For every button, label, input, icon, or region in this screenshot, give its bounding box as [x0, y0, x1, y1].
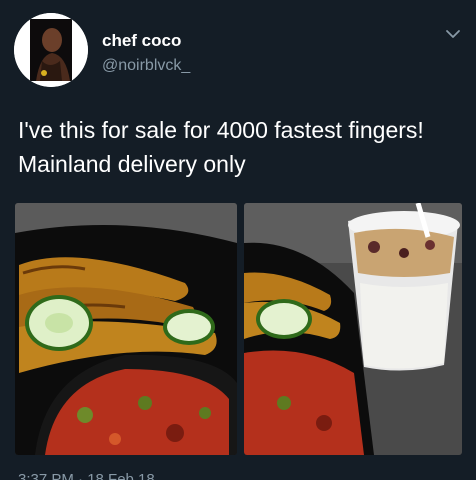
- chevron-down-icon[interactable]: [443, 24, 463, 44]
- user-handle[interactable]: @noirblvck_: [102, 57, 190, 75]
- tweet-timestamp: 3:37 PM · 18 Feb 18: [18, 471, 155, 480]
- tweet-text: I've this for sale for 4000 fastest fing…: [18, 117, 424, 177]
- tweet-photo-parfait[interactable]: [244, 203, 462, 455]
- display-name[interactable]: chef coco: [102, 31, 181, 51]
- avatar[interactable]: [14, 13, 88, 87]
- tweet-photo-plantain-stew[interactable]: [15, 203, 237, 455]
